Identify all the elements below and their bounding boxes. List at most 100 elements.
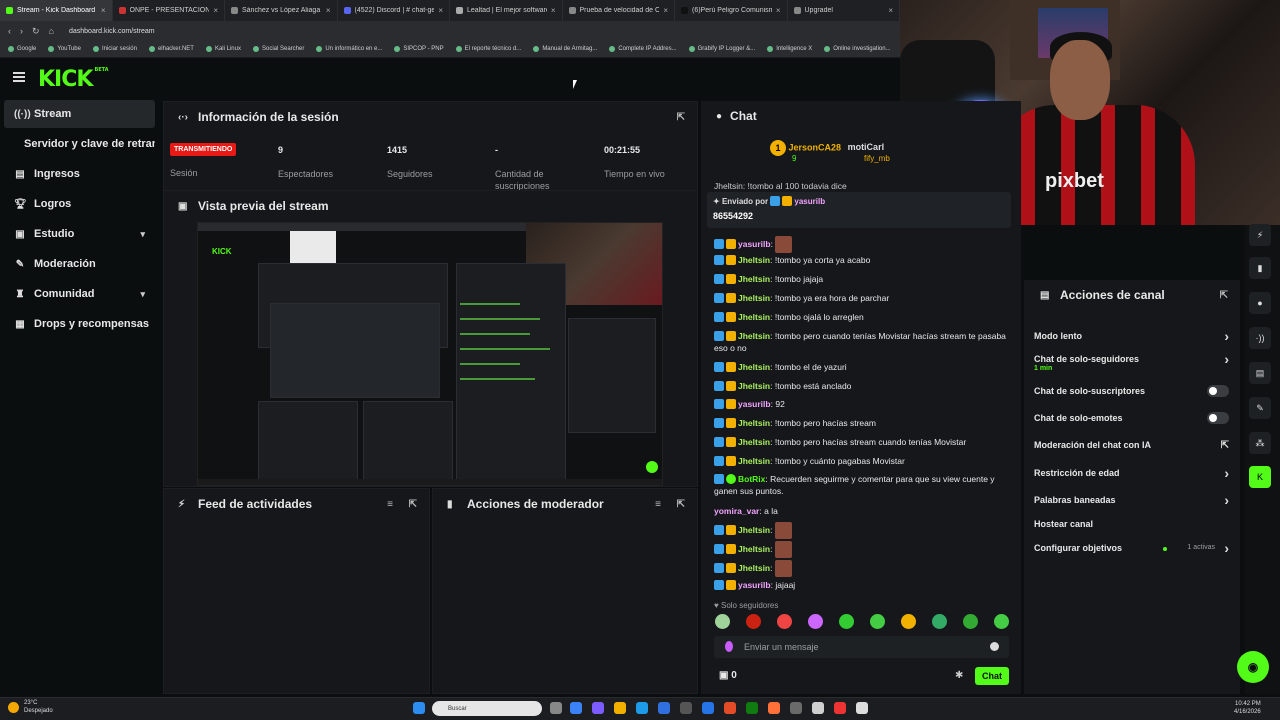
channel-action-item[interactable]: Hostear canal [1034, 519, 1229, 529]
bookmark-item[interactable]: Social Searcher [252, 46, 304, 52]
emote-icon[interactable] [870, 614, 885, 629]
chat-username[interactable]: Jheltsin [738, 563, 770, 573]
emote-icon[interactable] [932, 614, 947, 629]
address-bar[interactable]: ‹ › ↻ ⌂ dashboard.kick.com/stream [0, 21, 900, 41]
bookmark-item[interactable]: Un informático en e... [316, 46, 382, 52]
sidebar-item-income[interactable]: ▤ Ingresos [4, 160, 155, 188]
browser-tab[interactable]: Lealtad | El mejor software para× [450, 0, 563, 21]
bookmark-item[interactable]: El reporte técnico d... [455, 46, 521, 52]
chat-username[interactable]: Jheltsin [738, 362, 770, 372]
chat-username[interactable]: Jheltsin [738, 544, 770, 554]
file-explorer-icon[interactable] [614, 702, 626, 714]
vscode-icon[interactable] [702, 702, 714, 714]
toggle-switch[interactable] [1207, 385, 1229, 397]
chat-input[interactable]: Enviar un mensaje [714, 636, 1009, 658]
browser-tab[interactable]: ONPE - PRESENTACIÓN DE RE× [113, 0, 225, 21]
rail-kick-icon[interactable]: K [1249, 466, 1271, 488]
channel-action-item[interactable]: Chat de solo-seguidores 1 min › [1034, 351, 1229, 372]
chat-username[interactable]: yasurilb [738, 239, 771, 249]
chat-username[interactable]: Jheltsin [738, 255, 770, 265]
emote-icon[interactable] [746, 614, 761, 629]
browser-tab[interactable]: Stream - Kick Dashboard × [0, 0, 113, 21]
bookmark-item[interactable]: Online investigation... [824, 46, 891, 52]
bookmark-item[interactable]: Kali Linux [205, 46, 241, 52]
bookmark-item[interactable]: Google [8, 46, 36, 52]
close-tab-icon[interactable]: × [438, 6, 443, 15]
channel-action-item[interactable]: Moderación del chat con IA ⇱ [1034, 440, 1229, 451]
back-icon[interactable]: ‹ [8, 26, 11, 36]
windows-start-icon[interactable] [413, 702, 425, 714]
app-icon-2[interactable] [592, 702, 604, 714]
sidebar-item-moderation[interactable]: ✎ Moderación [4, 250, 155, 278]
chat-username[interactable]: yasurilb [738, 580, 771, 590]
bookmark-item[interactable]: elhacker.NET [148, 46, 194, 52]
toggle-switch[interactable] [1207, 412, 1229, 424]
bookmark-item[interactable]: Manual de Armitag... [533, 46, 597, 52]
emote-icon[interactable] [901, 614, 916, 629]
emote-icon[interactable] [715, 614, 730, 629]
menu-icon[interactable] [13, 72, 25, 82]
stream-preview-video[interactable]: KICK [197, 222, 663, 486]
mic-icon[interactable] [725, 641, 733, 652]
app-icon-4[interactable] [790, 702, 802, 714]
rail-stream-icon[interactable]: ·)) [1249, 327, 1271, 349]
chat-username[interactable]: Jheltsin [738, 274, 770, 284]
weather-widget[interactable]: 23°C Despejado [8, 699, 53, 715]
filter-icon[interactable]: ≡ [387, 499, 393, 510]
popout-icon[interactable]: ⇱ [1220, 290, 1228, 301]
chat-username[interactable]: Jheltsin [738, 381, 770, 391]
popout-icon[interactable]: ⇱ [677, 112, 685, 123]
home-icon[interactable]: ⌂ [49, 26, 54, 36]
close-tab-icon[interactable]: × [888, 6, 893, 15]
emote-icon[interactable] [994, 614, 1009, 629]
close-tab-icon[interactable]: × [213, 6, 218, 15]
rail-chat-icon[interactable]: ● [1249, 292, 1271, 314]
close-tab-icon[interactable]: × [663, 6, 668, 15]
rail-list-icon[interactable]: ▤ [1249, 362, 1271, 384]
close-tab-icon[interactable]: × [551, 6, 556, 15]
chat-username[interactable]: Jheltsin [738, 418, 770, 428]
sidebar-item-drops[interactable]: ▦ Drops y recompensas [4, 310, 155, 338]
channel-action-item[interactable]: Configurar objetivos › 1 activas [1034, 540, 1229, 556]
app-icon-5[interactable] [812, 702, 824, 714]
firefox-icon[interactable] [768, 702, 780, 714]
sidebar-item-studio[interactable]: ▣ Estudio ▾ [4, 220, 155, 248]
rail-wrench-icon[interactable]: ✎ [1249, 397, 1271, 419]
url-text[interactable]: dashboard.kick.com/stream [69, 28, 155, 35]
bookmark-item[interactable]: Intelligence X [767, 46, 812, 52]
task-view-icon[interactable] [550, 702, 562, 714]
sidebar-item-stream[interactable]: ((·)) Stream [4, 100, 155, 128]
reload-icon[interactable]: ↻ [32, 26, 40, 37]
chrome-icon[interactable] [724, 702, 736, 714]
chat-username[interactable]: Jheltsin [738, 293, 770, 303]
emote-icon[interactable] [777, 614, 792, 629]
edge-icon[interactable] [636, 702, 648, 714]
bookmark-item[interactable]: Grabify IP Logger &... [688, 46, 755, 52]
forward-icon[interactable]: › [20, 26, 23, 36]
kick-logo[interactable]: KICK BETA [38, 67, 109, 92]
rail-log-icon[interactable]: ▮ [1249, 257, 1271, 279]
filter-icon[interactable]: ≡ [655, 499, 661, 510]
sidebar-item-community[interactable]: ♜ Comunidad ▾ [4, 280, 155, 308]
bookmark-item[interactable]: Complete IP Addres... [609, 46, 677, 52]
emote-icon[interactable] [839, 614, 854, 629]
chat-settings-gear-icon[interactable]: ✱ [955, 670, 963, 681]
chat-username[interactable]: Jheltsin [738, 525, 770, 535]
send-chat-button[interactable]: Chat [975, 667, 1009, 685]
chat-username[interactable]: Jheltsin [738, 456, 770, 466]
bookmark-item[interactable]: Iniciar sesión [92, 46, 137, 52]
bookmark-item[interactable]: SIPCOP - PNP [394, 46, 444, 52]
bookmark-item[interactable]: YouTube [48, 46, 81, 52]
pinned-message[interactable]: ✦ Enviado por yasurilb 86554292 [707, 192, 1011, 228]
emote-icon[interactable] [963, 614, 978, 629]
rail-bolt-icon[interactable]: ⚡︎ [1249, 224, 1271, 246]
close-tab-icon[interactable]: × [326, 6, 331, 15]
close-tab-icon[interactable]: × [101, 6, 106, 15]
xbox-icon[interactable] [746, 702, 758, 714]
channel-points[interactable]: ▣ 0 [719, 670, 737, 681]
browser-tab[interactable]: Upgradel × [788, 0, 900, 21]
channel-action-item[interactable]: Chat de solo-emotes [1034, 412, 1229, 424]
browser-tab[interactable]: (4522) Discord | # chat-gene × [338, 0, 450, 21]
close-tab-icon[interactable]: × [776, 6, 781, 15]
sidebar-item-server-key[interactable]: Servidor y clave de retransmisión [4, 130, 155, 158]
